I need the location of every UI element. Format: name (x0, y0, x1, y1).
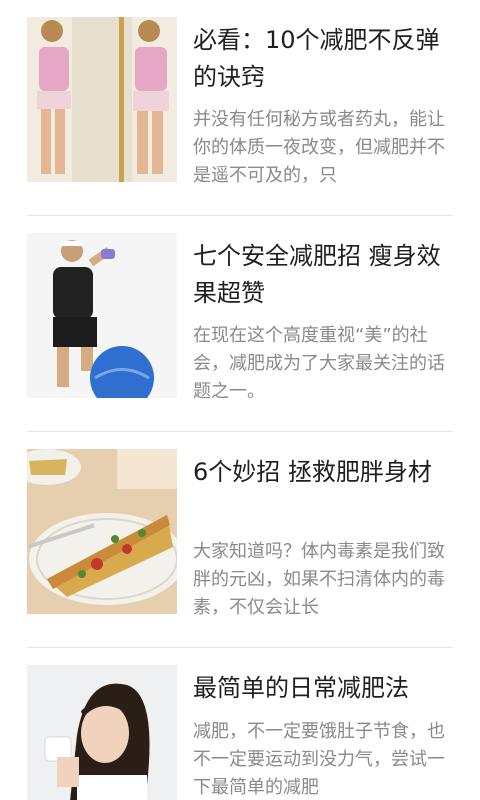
article-summary: 减肥，不一定要饿肚子节食，也不一定要运动到没力气，尝试一下最简单的减肥 (193, 721, 445, 798)
article-title[interactable]: 七个安全减肥招 瘦身效果超赞 (193, 238, 453, 312)
article-title[interactable]: 最简单的日常减肥法 (193, 670, 453, 707)
article-card[interactable]: 最简单的日常减肥法 减肥，不一定要饿肚子节食，也不一定要运动到没力气，尝试一下最… (27, 648, 453, 800)
article-summary: 大家知道吗？体内毒素是我们致胖的元凶，如果不扫清体内的毒素，不仅会让长 (193, 541, 445, 618)
article-thumbnail[interactable] (27, 233, 177, 398)
article-feed: 必看：10个减肥不反弹的诀窍 并没有任何秘方或者药丸，能让你的体质一夜改变，但减… (0, 0, 480, 800)
article-card[interactable]: 必看：10个减肥不反弹的诀窍 并没有任何秘方或者药丸，能让你的体质一夜改变，但减… (27, 0, 453, 216)
article-card[interactable]: 6个妙招 拯救肥胖身材 大家知道吗？体内毒素是我们致胖的元凶，如果不扫清体内的毒… (27, 432, 453, 648)
article-summary: 并没有任何秘方或者药丸，能让你的体质一夜改变，但减肥并不是遥不可及的，只 (193, 109, 445, 186)
article-title[interactable]: 必看：10个减肥不反弹的诀窍 (193, 22, 453, 96)
article-thumbnail[interactable] (27, 665, 177, 800)
article-thumbnail[interactable] (27, 17, 177, 182)
article-summary: 在现在这个高度重视“美”的社会，减肥成为了大家最关注的话题之一。 (193, 325, 445, 402)
article-card[interactable]: 七个安全减肥招 瘦身效果超赞 在现在这个高度重视“美”的社会，减肥成为了大家最关… (27, 216, 453, 432)
article-title[interactable]: 6个妙招 拯救肥胖身材 (193, 454, 453, 491)
article-thumbnail[interactable] (27, 449, 177, 614)
